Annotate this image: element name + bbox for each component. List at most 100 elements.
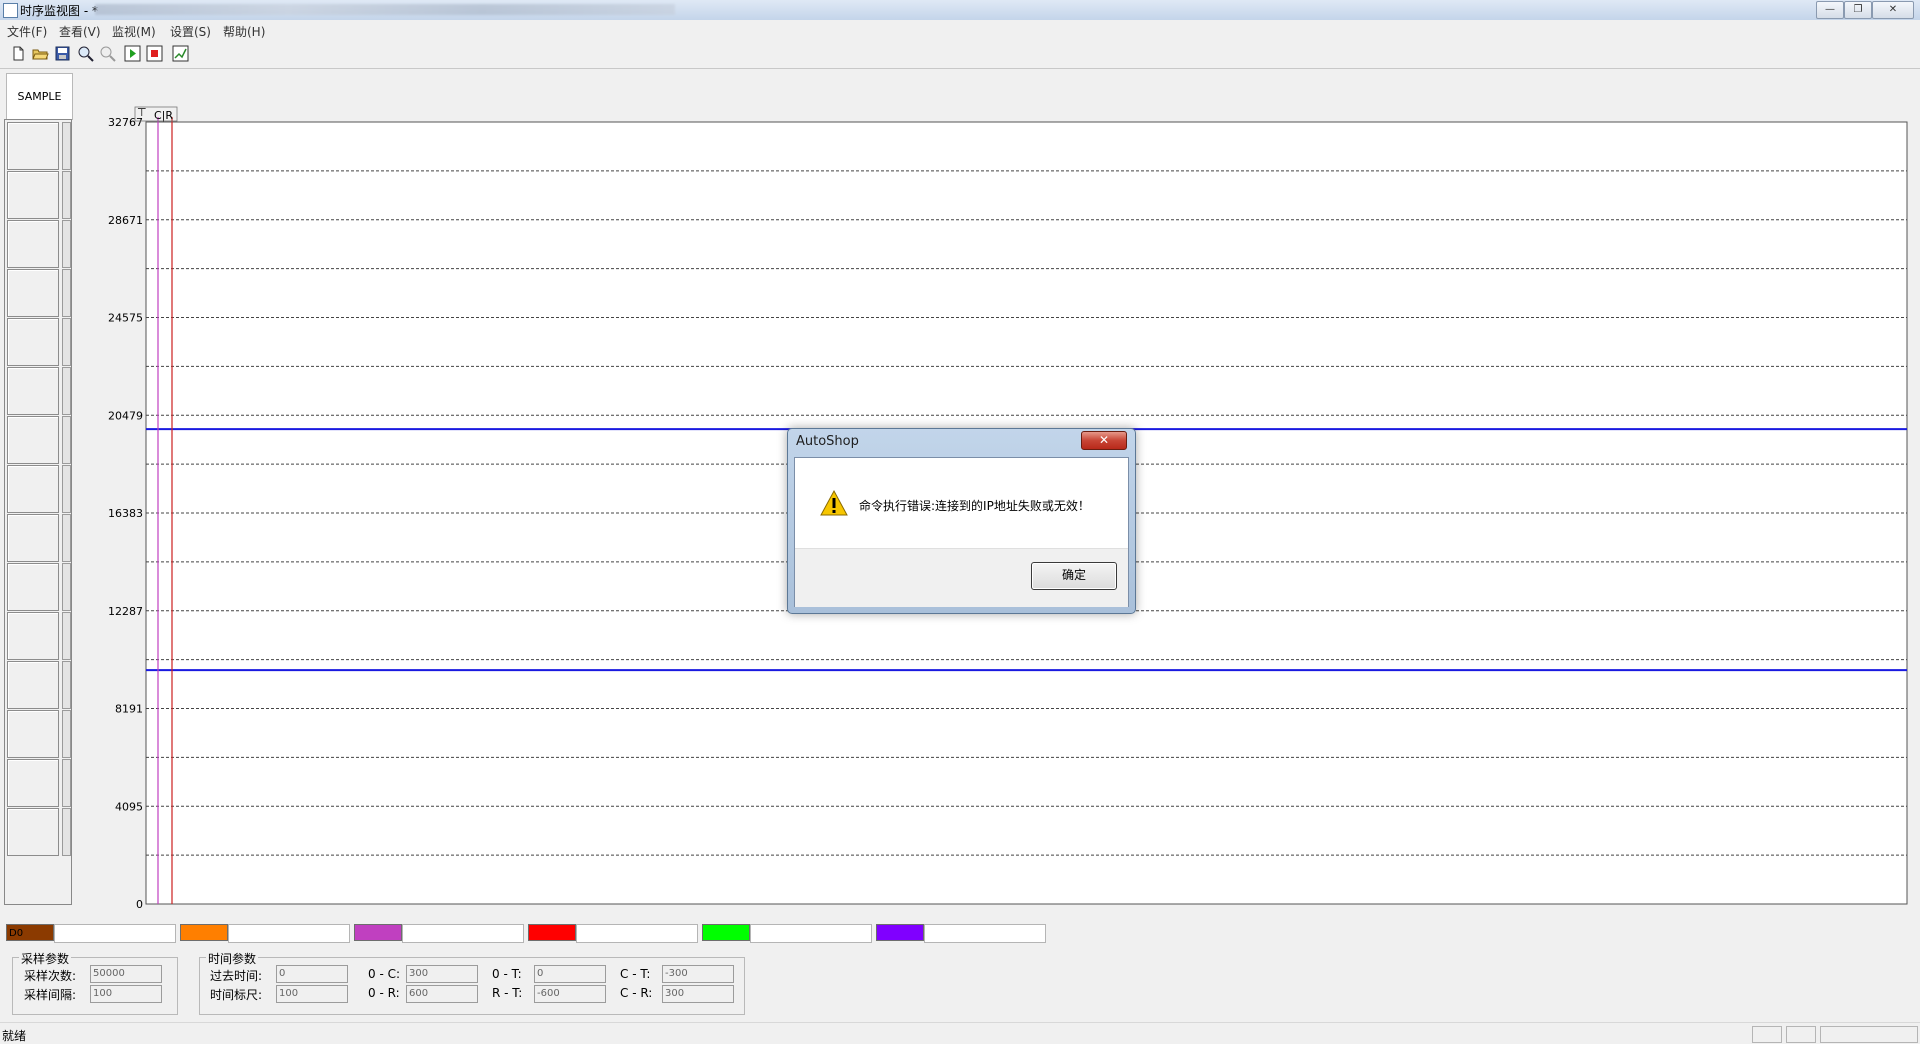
time-params-title: 时间参数 [206, 950, 259, 967]
channel-cell[interactable] [7, 808, 59, 856]
elapsed-time-field[interactable]: 0 [276, 965, 348, 983]
sample-count-field[interactable]: 50000 [90, 965, 162, 983]
channel-cell[interactable] [7, 220, 59, 268]
y-tick-label: 12287 [108, 605, 143, 618]
legend-field[interactable] [402, 924, 524, 943]
menu-bar: 文件(F) 查看(V) 监视(M) 设置(S) 帮助(H) [0, 20, 1920, 40]
y-tick-label: 4095 [115, 800, 143, 813]
time-scale-label: 时间标尺: [210, 988, 263, 1002]
maximize-button[interactable]: ❐ [1844, 1, 1872, 19]
channel-cell[interactable] [7, 269, 59, 317]
r-t-field[interactable]: -600 [534, 985, 606, 1003]
c-t-field[interactable]: -300 [662, 965, 734, 983]
legend-swatch[interactable]: D0 [6, 924, 54, 941]
channel-cell-scroll[interactable] [62, 710, 71, 758]
o-c-field[interactable]: 300 [406, 965, 478, 983]
channel-cell-scroll[interactable] [62, 367, 71, 415]
channel-cell[interactable] [7, 514, 59, 562]
channel-cell-scroll[interactable] [62, 759, 71, 807]
settings-icon[interactable] [172, 45, 189, 62]
channel-cell[interactable] [7, 759, 59, 807]
legend-field[interactable] [924, 924, 1046, 943]
cursor-label: C|R [154, 109, 173, 122]
o-r-field[interactable]: 600 [406, 985, 478, 1003]
sample-count-label: 采样次数: [24, 969, 77, 983]
zoom-out-icon[interactable] [99, 45, 116, 62]
o-c-label: 0 - C: [368, 967, 401, 981]
channel-cell[interactable] [7, 367, 59, 415]
c-t-label: C - T: [620, 967, 651, 981]
dialog-message: 命令执行错误:连接到的IP地址失败或无效！ [859, 499, 1090, 513]
o-t-label: 0 - T: [492, 967, 522, 981]
menu-view[interactable]: 查看(V) [59, 23, 101, 40]
ok-button[interactable]: 确定 [1031, 562, 1117, 590]
y-tick-label: 20479 [108, 409, 143, 422]
time-scale-field[interactable]: 100 [276, 985, 348, 1003]
menu-help[interactable]: 帮助(H) [223, 23, 265, 40]
channel-cell[interactable] [7, 710, 59, 758]
channel-cell[interactable] [7, 661, 59, 709]
status-pane-2 [1786, 1026, 1816, 1043]
time-params-group: 时间参数 过去时间: 0 时间标尺: 100 0 - C: 300 0 - R:… [199, 950, 745, 1015]
channel-cell-scroll[interactable] [62, 661, 71, 709]
dialog-close-button[interactable]: ✕ [1081, 431, 1127, 450]
channel-cell-scroll[interactable] [62, 269, 71, 317]
minimize-button[interactable]: — [1816, 1, 1844, 19]
status-pane-1 [1752, 1026, 1782, 1043]
status-text: 就绪 [2, 1029, 27, 1043]
menu-monitor[interactable]: 监视(M) [112, 23, 156, 40]
zoom-in-icon[interactable] [77, 45, 94, 62]
toolbar [0, 41, 1920, 69]
channel-cell-scroll[interactable] [62, 220, 71, 268]
menu-file[interactable]: 文件(F) [7, 23, 47, 40]
channel-cell-scroll[interactable] [62, 612, 71, 660]
channel-cell-scroll[interactable] [62, 171, 71, 219]
new-icon[interactable] [10, 45, 27, 62]
c-r-label: C - R: [620, 986, 653, 1000]
tab-sample[interactable]: SAMPLE [6, 73, 73, 120]
legend-swatch[interactable] [702, 924, 750, 941]
dialog-body: 命令执行错误:连接到的IP地址失败或无效！ 确定 [794, 457, 1129, 607]
channel-cell[interactable] [7, 416, 59, 464]
y-tick-label: 16383 [108, 507, 143, 520]
start-icon[interactable] [124, 45, 141, 62]
legend-swatch[interactable] [354, 924, 402, 941]
error-dialog: AutoShop ✕ 命令执行错误:连接到的IP地址失败或无效！ 确定 [787, 428, 1136, 614]
o-r-label: 0 - R: [368, 986, 400, 1000]
channel-cell[interactable] [7, 465, 59, 513]
channel-cell-scroll[interactable] [62, 318, 71, 366]
legend-field[interactable] [54, 924, 176, 943]
channel-cell-scroll[interactable] [62, 563, 71, 611]
obscured-file-path [95, 4, 675, 15]
app-icon [3, 3, 18, 18]
title-bar: 时序监视图 - * — ❐ ✕ [0, 0, 1920, 21]
c-r-field[interactable]: 300 [662, 985, 734, 1003]
channel-cell[interactable] [7, 318, 59, 366]
channel-cell-scroll[interactable] [62, 808, 71, 856]
sample-interval-field[interactable]: 100 [90, 985, 162, 1003]
legend-field[interactable] [750, 924, 872, 943]
o-t-field[interactable]: 0 [534, 965, 606, 983]
channel-cell-scroll[interactable] [62, 465, 71, 513]
channel-cell[interactable] [7, 612, 59, 660]
status-pane-3 [1820, 1026, 1918, 1043]
channel-cell[interactable] [7, 171, 59, 219]
channel-cell-scroll[interactable] [62, 416, 71, 464]
legend-swatch[interactable] [180, 924, 228, 941]
legend-swatch[interactable] [876, 924, 924, 941]
menu-settings[interactable]: 设置(S) [170, 23, 211, 40]
elapsed-time-label: 过去时间: [210, 969, 263, 983]
close-window-button[interactable]: ✕ [1872, 1, 1914, 19]
legend-swatch[interactable] [528, 924, 576, 941]
channel-cell-scroll[interactable] [62, 122, 71, 170]
channel-cell-scroll[interactable] [62, 514, 71, 562]
legend-field[interactable] [228, 924, 350, 943]
legend-field[interactable] [576, 924, 698, 943]
filter-icon: ⊤ [137, 106, 147, 119]
channel-cell[interactable] [7, 563, 59, 611]
channel-cell[interactable] [7, 122, 59, 170]
save-icon[interactable] [54, 45, 71, 62]
stop-icon[interactable] [146, 45, 163, 62]
open-icon[interactable] [32, 45, 49, 62]
sampling-params-group: 采样参数 采样次数: 50000 采样间隔: 100 [12, 950, 178, 1015]
